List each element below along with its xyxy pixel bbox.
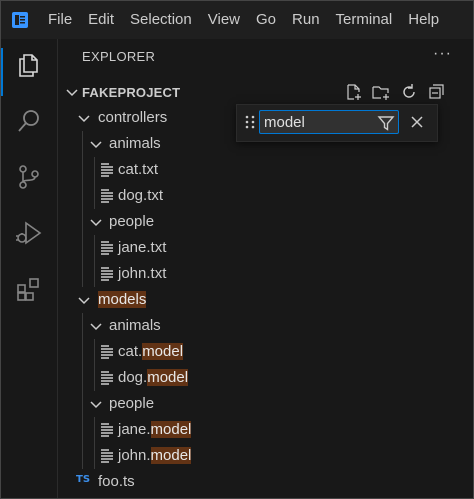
chevron-down-icon (90, 219, 102, 227)
text-file-icon (101, 371, 113, 385)
tree-label: animals (109, 317, 161, 334)
drag-handle-icon[interactable] (244, 114, 256, 130)
activity-bar (1, 39, 57, 498)
new-folder-icon[interactable] (371, 82, 391, 102)
text-file-icon (101, 163, 113, 177)
menu-help[interactable]: Help (408, 1, 439, 39)
menu-run[interactable]: Run (292, 1, 320, 39)
menu-view[interactable]: View (208, 1, 240, 39)
explorer-icon[interactable] (13, 49, 45, 81)
run-debug-icon[interactable] (13, 217, 45, 249)
tree-label: cat.txt (118, 161, 159, 178)
menu-edit[interactable]: Edit (88, 1, 114, 39)
text-file-icon (101, 345, 113, 359)
menu-file[interactable]: File (48, 1, 72, 39)
vscode-window: File Edit Selection View Go Run Terminal… (0, 0, 474, 499)
vscode-logo-icon (10, 10, 30, 30)
extensions-icon[interactable] (13, 273, 45, 305)
tree-label-match: model (150, 447, 192, 464)
tree-label-prefix: cat. (118, 343, 143, 360)
tree-file-jane-txt[interactable]: jane.txt (58, 235, 473, 261)
menu-bar: File Edit Selection View Go Run Terminal… (1, 1, 473, 39)
tree-label: people (109, 395, 155, 412)
tree-folder-animals[interactable]: animals (58, 313, 473, 339)
refresh-icon[interactable] (399, 82, 419, 102)
tree-label: dog.txt (118, 187, 164, 204)
filter-icon[interactable] (376, 113, 396, 133)
text-file-icon (101, 449, 113, 463)
tree-label: john.model (118, 447, 192, 464)
typescript-file-icon: TS (76, 474, 91, 485)
more-actions-button[interactable]: ··· (433, 45, 452, 63)
tree-folder-people[interactable]: people (58, 209, 473, 235)
text-file-icon (101, 189, 113, 203)
tree-file-cat-txt[interactable]: cat.txt (58, 157, 473, 183)
chevron-down-icon (78, 297, 90, 305)
project-title: FAKEPROJECT (82, 85, 181, 100)
tree-file-dog-txt[interactable]: dog.txt (58, 183, 473, 209)
tree-file-john-model[interactable]: john.model (58, 443, 473, 469)
tree-label: people (109, 213, 155, 230)
chevron-down-icon (78, 115, 90, 123)
tree-file-john-txt[interactable]: john.txt (58, 261, 473, 287)
active-view-indicator (1, 48, 3, 96)
find-widget (236, 104, 438, 142)
tree-file-jane-model[interactable]: jane.model (58, 417, 473, 443)
chevron-down-icon (90, 141, 102, 149)
tree-file-foo-ts[interactable]: TS foo.ts (58, 469, 473, 495)
chevron-down-icon (66, 89, 78, 97)
tree-label-match: model (142, 343, 184, 360)
menu-selection[interactable]: Selection (130, 1, 192, 39)
tree-label: animals (109, 135, 161, 152)
chevron-down-icon (90, 323, 102, 331)
new-file-icon[interactable] (344, 82, 364, 102)
menu-terminal[interactable]: Terminal (336, 1, 393, 39)
tree-label: foo.ts (98, 473, 135, 490)
text-file-icon (101, 267, 113, 281)
text-file-icon (101, 241, 113, 255)
search-icon[interactable] (13, 105, 45, 137)
close-icon[interactable] (407, 112, 427, 132)
tree-file-dog-model[interactable]: dog.model (58, 365, 473, 391)
project-header[interactable]: FAKEPROJECT (58, 81, 473, 103)
tree-label-prefix: john. (118, 447, 151, 464)
text-file-icon (101, 423, 113, 437)
tree-label-prefix: jane. (118, 421, 151, 438)
tree-label-match: models (98, 291, 147, 308)
tree-label-match: model (147, 369, 189, 386)
tree-file-cat-model[interactable]: cat.model (58, 339, 473, 365)
tree-label: jane.txt (118, 239, 167, 256)
source-control-icon[interactable] (13, 161, 45, 193)
tree-folder-people[interactable]: people (58, 391, 473, 417)
tree-label: dog.model (118, 369, 189, 386)
tree-label: john.txt (118, 265, 167, 282)
collapse-all-icon[interactable] (427, 82, 447, 102)
tree-label-match: model (150, 421, 192, 438)
tree-label: cat.model (118, 343, 184, 360)
explorer-title: EXPLORER (82, 49, 156, 64)
tree-label-prefix: dog. (118, 369, 148, 386)
menu-go[interactable]: Go (256, 1, 276, 39)
tree-label: controllers (98, 109, 168, 126)
chevron-down-icon (90, 401, 102, 409)
tree-folder-models[interactable]: models (58, 287, 473, 313)
tree-label: jane.model (118, 421, 192, 438)
